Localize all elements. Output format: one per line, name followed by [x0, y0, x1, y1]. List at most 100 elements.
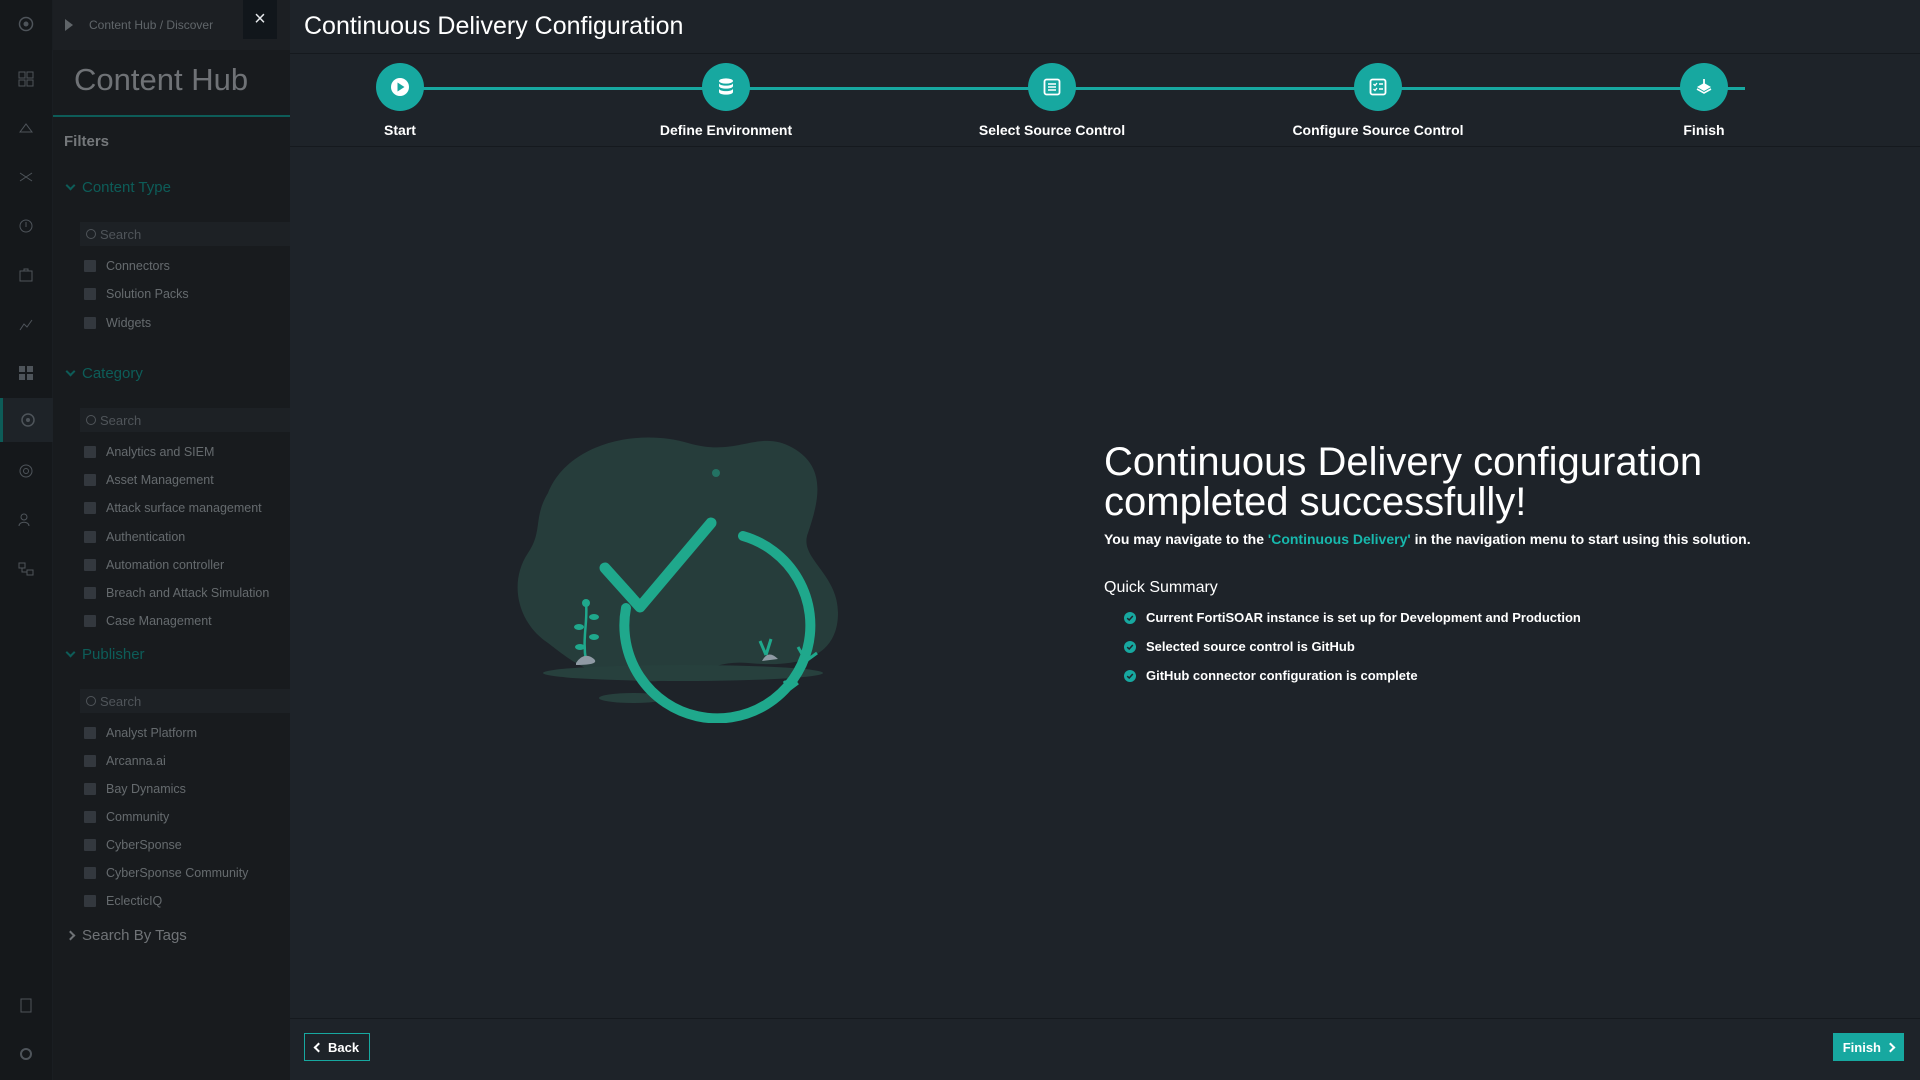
step-label: Configure Source Control [1292, 122, 1464, 138]
filter-item[interactable]: Breach and Attack Simulation [84, 586, 269, 600]
background-app: Content Hub / Discover Content Hub Filte… [0, 0, 290, 1080]
step-configure-source-control[interactable]: Configure Source Control [1278, 63, 1478, 138]
filter-item[interactable]: Bay Dynamics [84, 782, 186, 796]
subtitle-prefix: You may navigate to the [1104, 531, 1268, 547]
logo-icon[interactable] [17, 15, 35, 33]
wizard-panel: Continuous Delivery Configuration Start … [290, 0, 1920, 1080]
step-select-source-control[interactable]: Select Source Control [952, 63, 1152, 138]
section-category[interactable]: Category [65, 365, 143, 382]
filter-item-label: Authentication [106, 530, 186, 544]
search-by-tags-label: Search By Tags [82, 927, 187, 944]
incidents-icon[interactable] [17, 119, 35, 137]
play-icon [376, 63, 424, 111]
checkbox[interactable] [84, 531, 96, 543]
publisher-search[interactable]: Search [80, 689, 290, 713]
hub-title: Content Hub [74, 62, 249, 97]
back-button[interactable]: Back [304, 1033, 371, 1061]
filters-label: Filters [64, 133, 110, 150]
nav-rail [0, 0, 53, 1080]
expand-icon[interactable] [65, 19, 73, 31]
breadcrumb-item[interactable]: Content Hub [89, 18, 156, 32]
section-content-type[interactable]: Content Type [65, 179, 171, 196]
shuffle-icon[interactable] [17, 168, 35, 186]
alerts-icon[interactable] [17, 217, 35, 235]
section-publisher[interactable]: Publisher [65, 646, 145, 663]
continuous-delivery-link[interactable]: 'Continuous Delivery' [1268, 531, 1411, 547]
filter-item[interactable]: Asset Management [84, 473, 214, 487]
wizard-stepper: Start Define Environment Select Source C… [290, 54, 1920, 147]
filter-item[interactable]: Authentication [84, 530, 185, 544]
checkbox[interactable] [84, 727, 96, 739]
filter-item[interactable]: Analyst Platform [84, 726, 197, 740]
filter-item[interactable]: Arcanna.ai [84, 754, 166, 768]
step-define-environment[interactable]: Define Environment [626, 63, 826, 138]
filter-item[interactable]: Case Management [84, 614, 212, 628]
checkbox[interactable] [84, 288, 96, 300]
content-hub-icon[interactable] [0, 398, 53, 442]
checkbox[interactable] [84, 587, 96, 599]
filter-item-label: Bay Dynamics [106, 782, 186, 796]
checkbox[interactable] [84, 260, 96, 272]
search-by-tags[interactable]: Search By Tags [65, 927, 187, 944]
step-finish[interactable]: Finish [1604, 63, 1804, 138]
filter-item[interactable]: CyberSponse [84, 838, 182, 852]
checkbox[interactable] [84, 317, 96, 329]
clipboard-icon[interactable] [17, 996, 35, 1014]
apps-icon[interactable] [17, 364, 35, 382]
filter-item-label: CyberSponse Community [106, 866, 249, 880]
section-title: Category [82, 365, 143, 382]
checkbox[interactable] [84, 867, 96, 879]
settings-gear-icon[interactable] [17, 462, 35, 480]
filter-item[interactable]: Analytics and SIEM [84, 445, 214, 459]
wizard-content: Continuous Delivery configuration comple… [290, 148, 1920, 1018]
page-title: Continuous Delivery Configuration [304, 12, 684, 40]
finish-button-label: Finish [1842, 1039, 1881, 1055]
checkbox[interactable] [84, 474, 96, 486]
section-title: Publisher [82, 646, 145, 663]
step-label: Define Environment [659, 122, 793, 138]
filter-item[interactable]: Connectors [84, 259, 170, 273]
subtitle-suffix: in the navigation menu to start using th… [1410, 531, 1751, 547]
filter-item[interactable]: EclecticIQ [84, 894, 162, 908]
filter-item[interactable]: Attack surface management [84, 501, 262, 515]
filter-item[interactable]: Widgets [84, 316, 151, 330]
filter-item[interactable]: Community [84, 810, 169, 824]
filter-item-label: Asset Management [106, 473, 214, 487]
summary-item-text: GitHub connector configuration is comple… [1146, 668, 1418, 683]
checkbox[interactable] [84, 755, 96, 767]
checkbox[interactable] [84, 615, 96, 627]
section-title: Content Type [82, 179, 171, 196]
filter-item-label: Widgets [106, 316, 152, 330]
list-icon [1028, 63, 1076, 111]
settings-icon[interactable] [17, 1045, 35, 1063]
checkbox[interactable] [84, 559, 96, 571]
checkbox[interactable] [84, 783, 96, 795]
database-icon [702, 63, 750, 111]
checkbox[interactable] [84, 811, 96, 823]
dashboard-icon[interactable] [17, 70, 35, 88]
summary-item: GitHub connector configuration is comple… [1124, 661, 1824, 690]
reports-icon[interactable] [17, 315, 35, 333]
users-icon[interactable] [17, 511, 35, 529]
chevron-right-icon [65, 930, 76, 941]
breadcrumb-item[interactable]: Discover [166, 18, 213, 32]
content-type-search[interactable]: Search [80, 222, 290, 246]
chevron-down-icon [65, 366, 76, 377]
checklist-icon [1354, 63, 1402, 111]
close-icon: × [254, 8, 266, 30]
filter-item[interactable]: Solution Packs [84, 287, 189, 301]
chevron-down-icon [65, 647, 76, 658]
playbooks-icon[interactable] [17, 560, 35, 578]
search-icon [86, 415, 96, 425]
step-start[interactable]: Start [300, 63, 500, 138]
cases-icon[interactable] [17, 266, 35, 284]
close-button[interactable]: × [243, 0, 277, 39]
filter-item[interactable]: Automation controller [84, 558, 224, 572]
checkbox[interactable] [84, 839, 96, 851]
checkbox[interactable] [84, 446, 96, 458]
checkbox[interactable] [84, 502, 96, 514]
filter-item[interactable]: CyberSponse Community [84, 866, 248, 880]
checkbox[interactable] [84, 895, 96, 907]
finish-button[interactable]: Finish [1832, 1033, 1904, 1061]
category-search[interactable]: Search [80, 408, 290, 432]
